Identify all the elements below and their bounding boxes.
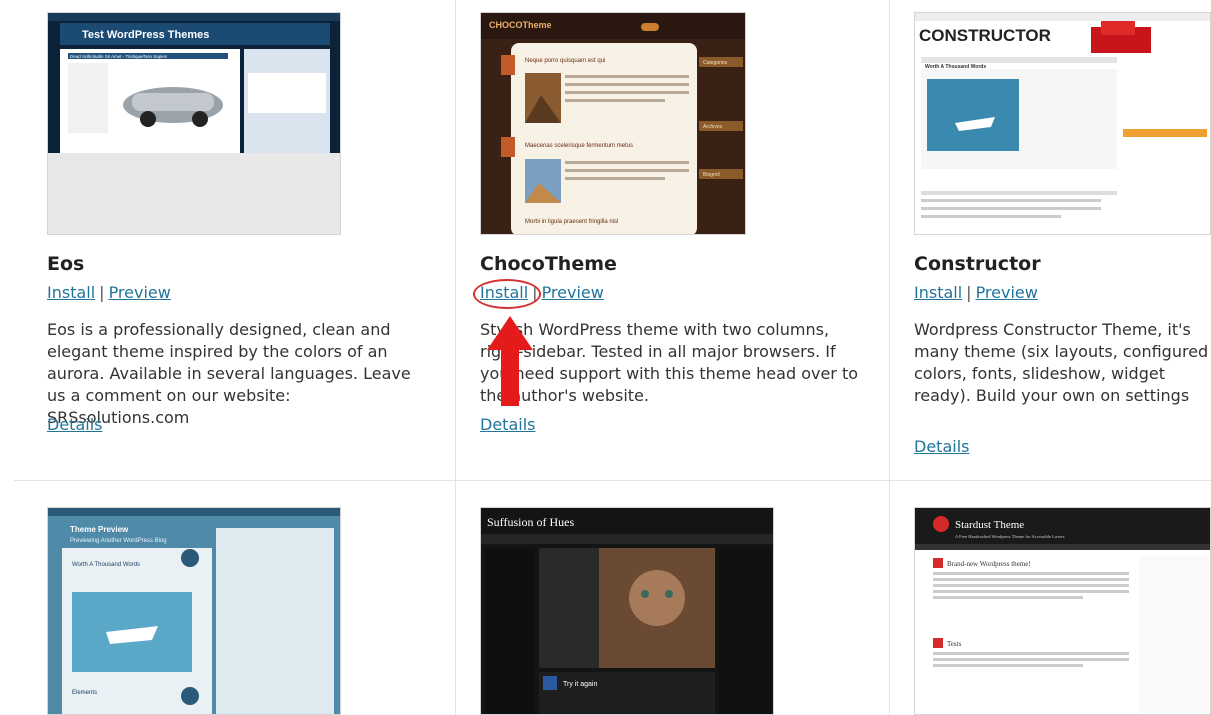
preview-link[interactable]: Preview [109, 283, 171, 302]
column-divider [889, 0, 890, 715]
action-separator: | [99, 283, 105, 302]
details-link[interactable]: Details [914, 437, 969, 456]
choco-thumb-post3: Morbi in ligula praesent fringilla nisl [525, 219, 618, 225]
choco-thumb-sidebar: Blogroll [703, 172, 720, 178]
column-divider [455, 0, 456, 715]
row2-3-thumb-post: Brand-new Wordpress theme! [947, 560, 1031, 568]
theme-grid: Test WordPress Themes Dead Sollicitudin … [0, 0, 1211, 715]
row-divider [14, 480, 1211, 481]
theme-screenshot-chocotheme[interactable]: CHOCOTheme Neque porro quisquam est qui … [480, 12, 746, 235]
choco-thumb-sidebar: Categories [703, 60, 728, 66]
install-link[interactable]: Install [914, 283, 962, 302]
choco-thumb-post1: Neque porro quisquam est qui [525, 58, 605, 64]
choco-thumb-post2: Maecenas scelerisque fermentum metus [525, 143, 633, 149]
row2-3-thumb-post2: Tests [947, 640, 962, 648]
row2-3-thumb-title: Stardust Theme [955, 519, 1024, 531]
row2-2-thumb-caption: Try it again [563, 681, 597, 688]
row2-1-thumb-subtitle: Previewing Another WordPress Blog [70, 538, 167, 544]
row2-1-thumb-post2: Elements [72, 690, 97, 696]
theme-screenshot-row2-1[interactable]: Theme Preview Previewing Another WordPre… [47, 507, 341, 715]
details-link[interactable]: Details [480, 415, 535, 434]
theme-screenshot-constructor[interactable]: CONSTRUCTOR Worth A Thousand Words [914, 12, 1211, 235]
theme-title: ChocoTheme [480, 253, 617, 275]
theme-description: Eos is a professionally designed, clean … [47, 320, 411, 427]
theme-screenshot-eos[interactable]: Test WordPress Themes Dead Sollicitudin … [47, 12, 341, 235]
theme-description: Stylish WordPress theme with two columns… [480, 320, 859, 405]
theme-description: Wordpress Constructor Theme, it's many t… [914, 320, 1209, 405]
choco-thumb-sidebar: Archives [703, 124, 723, 130]
preview-link[interactable]: Preview [542, 283, 604, 302]
theme-screenshot-row2-3[interactable]: Stardust Theme A Free Handcrafted Wordpr… [914, 507, 1211, 715]
eos-thumb-header: Test WordPress Themes [82, 29, 209, 41]
preview-link[interactable]: Preview [976, 283, 1038, 302]
constructor-thumb-header: CONSTRUCTOR [919, 26, 1051, 45]
choco-thumb-header: CHOCOTheme [489, 20, 552, 30]
eos-thumb-post: Dead Sollicitudin Sit Amet - Tristique/N… [70, 54, 168, 59]
theme-title: Eos [47, 253, 85, 275]
row2-1-thumb-title: Theme Preview [70, 525, 129, 534]
constructor-thumb-post: Worth A Thousand Words [925, 64, 986, 70]
theme-actions: Install | Preview [914, 283, 1038, 302]
action-separator: | [966, 283, 972, 302]
install-highlight-ring [473, 279, 541, 309]
row2-2-thumb-title: Suffusion of Hues [487, 515, 574, 529]
row2-3-thumb-subtitle: A Free Handcrafted Wordpress Theme for A… [955, 534, 1065, 539]
theme-screenshot-row2-2[interactable]: Suffusion of Hues Try it again [480, 507, 774, 715]
row2-1-thumb-post: Worth A Thousand Words [72, 562, 140, 568]
theme-title: Constructor [914, 253, 1041, 275]
install-link[interactable]: Install [47, 283, 95, 302]
red-arrow-icon [487, 316, 533, 406]
theme-actions: Install | Preview [47, 283, 171, 302]
details-link[interactable]: Details [47, 415, 102, 434]
